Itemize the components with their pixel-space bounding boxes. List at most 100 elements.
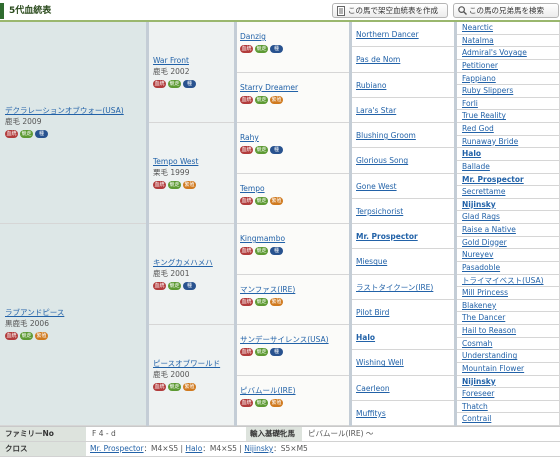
broodmare-badge[interactable]: 繁殖 bbox=[183, 383, 196, 391]
ancestor-name-link[interactable]: Glad Rags bbox=[462, 212, 500, 222]
race-badge[interactable]: 競走 bbox=[168, 80, 181, 88]
ancestor-name-link[interactable]: Glorious Song bbox=[356, 156, 408, 166]
horse-name-link[interactable]: Rahy bbox=[240, 133, 283, 143]
horse-name-link[interactable]: キングカメハメハ bbox=[153, 258, 213, 268]
horse-name-link[interactable]: サンデーサイレンス(USA) bbox=[240, 335, 329, 345]
horse-name-link[interactable]: War Front bbox=[153, 56, 196, 66]
pedigree-badge[interactable]: 血統 bbox=[240, 297, 253, 306]
pedigree-badge[interactable]: 血統 bbox=[240, 95, 253, 104]
ancestor-name-link[interactable]: Terpsichorist bbox=[356, 207, 403, 217]
ancestor-name-link[interactable]: Rubiano bbox=[356, 81, 386, 91]
broodmare-badge[interactable]: 繁殖 bbox=[270, 297, 283, 306]
pedigree-badge[interactable]: 血統 bbox=[240, 146, 253, 154]
pedigree-badge[interactable]: 血統 bbox=[240, 45, 253, 53]
sire-badge[interactable]: 種 bbox=[270, 146, 283, 154]
horse-name-link[interactable]: ピバムール(IRE) bbox=[240, 386, 296, 396]
ancestor-name-link[interactable]: Natalma bbox=[462, 36, 494, 46]
broodmare-badge[interactable]: 繁殖 bbox=[183, 181, 196, 189]
race-badge[interactable]: 競走 bbox=[20, 130, 33, 138]
ancestor-name-link[interactable]: True Reality bbox=[462, 111, 506, 121]
sire-badge[interactable]: 種 bbox=[270, 247, 283, 255]
ancestor-name-link[interactable]: Caerleon bbox=[356, 384, 390, 394]
ancestor-name-link[interactable]: Lara's Star bbox=[356, 106, 396, 116]
ancestor-name-link[interactable]: Petitioner bbox=[462, 61, 498, 71]
broodmare-badge[interactable]: 繁殖 bbox=[35, 332, 48, 340]
ancestor-name-link[interactable]: Gold Digger bbox=[462, 238, 507, 248]
horse-name-link[interactable]: ピースオブワールド bbox=[153, 359, 220, 369]
broodmare-badge[interactable]: 繁殖 bbox=[270, 196, 283, 205]
ancestor-name-link[interactable]: トライマイベスト(USA) bbox=[462, 276, 544, 286]
ancestor-name-link[interactable]: Red God bbox=[462, 124, 494, 134]
ancestor-name-link[interactable]: Miesque bbox=[356, 257, 387, 267]
ancestor-name-link[interactable]: Northern Dancer bbox=[356, 30, 419, 40]
pedigree-badge[interactable]: 血統 bbox=[240, 348, 253, 356]
horse-name-link[interactable]: Danzig bbox=[240, 32, 283, 42]
ancestor-name-link[interactable]: Runaway Bride bbox=[462, 137, 518, 147]
race-badge[interactable]: 競走 bbox=[255, 146, 268, 154]
ancestor-name-link[interactable]: Nearctic bbox=[462, 23, 493, 33]
create-fictional-pedigree-button[interactable]: この馬で架空血統表を作成 bbox=[332, 3, 448, 18]
search-siblings-button[interactable]: この馬の兄弟馬を検索 bbox=[453, 3, 559, 18]
ancestor-name-link[interactable]: Pas de Nom bbox=[356, 55, 400, 65]
pedigree-badge[interactable]: 血統 bbox=[153, 181, 166, 189]
pedigree-badge[interactable]: 血統 bbox=[5, 332, 18, 340]
ancestor-name-link[interactable]: Nureyev bbox=[462, 250, 493, 260]
horse-name-link[interactable]: Starry Dreamer bbox=[240, 83, 298, 93]
ancestor-name-link[interactable]: Foreseer bbox=[462, 389, 494, 399]
ancestor-name-link[interactable]: Gone West bbox=[356, 182, 397, 192]
ancestor-name-link[interactable]: Halo bbox=[462, 149, 481, 159]
race-badge[interactable]: 競走 bbox=[255, 348, 268, 356]
ancestor-name-link[interactable]: Admiral's Voyage bbox=[462, 48, 527, 58]
sire-badge[interactable]: 種 bbox=[270, 348, 283, 356]
ancestor-name-link[interactable]: Fappiano bbox=[462, 74, 496, 84]
ancestor-name-link[interactable]: Nijinsky bbox=[462, 200, 496, 210]
ancestor-name-link[interactable]: Wishing Well bbox=[356, 358, 404, 368]
ancestor-name-link[interactable]: Mr. Prospector bbox=[356, 232, 418, 242]
ancestor-name-link[interactable]: Blakeney bbox=[462, 301, 496, 311]
ancestor-name-link[interactable]: Mill Princess bbox=[462, 288, 508, 298]
ancestor-name-link[interactable]: Blushing Groom bbox=[356, 131, 416, 141]
cross-horse-link[interactable]: Halo bbox=[185, 444, 202, 453]
race-badge[interactable]: 競走 bbox=[20, 332, 33, 340]
ancestor-name-link[interactable]: Ruby Slippers bbox=[462, 86, 513, 96]
sire-badge[interactable]: 種 bbox=[270, 45, 283, 53]
ancestor-name-link[interactable]: Cosmah bbox=[462, 339, 492, 349]
race-badge[interactable]: 競走 bbox=[255, 196, 268, 205]
pedigree-badge[interactable]: 血統 bbox=[153, 80, 166, 88]
ancestor-name-link[interactable]: Secrettame bbox=[462, 187, 505, 197]
ancestor-name-link[interactable]: Ballade bbox=[462, 162, 490, 172]
race-badge[interactable]: 競走 bbox=[255, 398, 268, 407]
ancestor-name-link[interactable]: Mountain Flower bbox=[462, 364, 524, 374]
ancestor-name-link[interactable]: Halo bbox=[356, 333, 375, 343]
ancestor-name-link[interactable]: Mr. Prospector bbox=[462, 175, 524, 185]
ancestor-name-link[interactable]: The Dancer bbox=[462, 313, 505, 323]
ancestor-name-link[interactable]: Contrail bbox=[462, 414, 491, 424]
horse-name-link[interactable]: Tempo bbox=[240, 184, 283, 194]
cross-horse-link[interactable]: Mr. Prospector bbox=[90, 444, 144, 453]
pedigree-badge[interactable]: 血統 bbox=[240, 196, 253, 205]
ancestor-name-link[interactable]: Raise a Native bbox=[462, 225, 516, 235]
race-badge[interactable]: 競走 bbox=[168, 383, 181, 391]
pedigree-badge[interactable]: 血統 bbox=[5, 130, 18, 138]
ancestor-name-link[interactable]: Understanding bbox=[462, 351, 517, 361]
sire-badge[interactable]: 種 bbox=[183, 282, 196, 290]
sire-badge[interactable]: 種 bbox=[183, 80, 196, 88]
horse-name-link[interactable]: Kingmambo bbox=[240, 234, 285, 244]
horse-name-link[interactable]: Tempo West bbox=[153, 157, 198, 167]
race-badge[interactable]: 競走 bbox=[255, 247, 268, 255]
race-badge[interactable]: 競走 bbox=[255, 45, 268, 53]
ancestor-name-link[interactable]: ラストタイクーン(IRE) bbox=[356, 283, 433, 293]
pedigree-badge[interactable]: 血統 bbox=[240, 247, 253, 255]
horse-name-link[interactable]: マンファス(IRE) bbox=[240, 285, 295, 295]
ancestor-name-link[interactable]: Forli bbox=[462, 99, 478, 109]
ancestor-name-link[interactable]: Pilot Bird bbox=[356, 308, 389, 318]
horse-name-link[interactable]: ラブアンドピース bbox=[5, 308, 64, 318]
cross-horse-link[interactable]: Nijinsky bbox=[244, 444, 273, 453]
horse-name-link[interactable]: デクラレーションオブウォー(USA) bbox=[5, 106, 124, 116]
race-badge[interactable]: 競走 bbox=[168, 282, 181, 290]
race-badge[interactable]: 競走 bbox=[255, 297, 268, 306]
ancestor-name-link[interactable]: Hail to Reason bbox=[462, 326, 516, 336]
ancestor-name-link[interactable]: Nijinsky bbox=[462, 377, 496, 387]
ancestor-name-link[interactable]: Thatch bbox=[462, 402, 488, 412]
broodmare-badge[interactable]: 繁殖 bbox=[270, 398, 283, 407]
